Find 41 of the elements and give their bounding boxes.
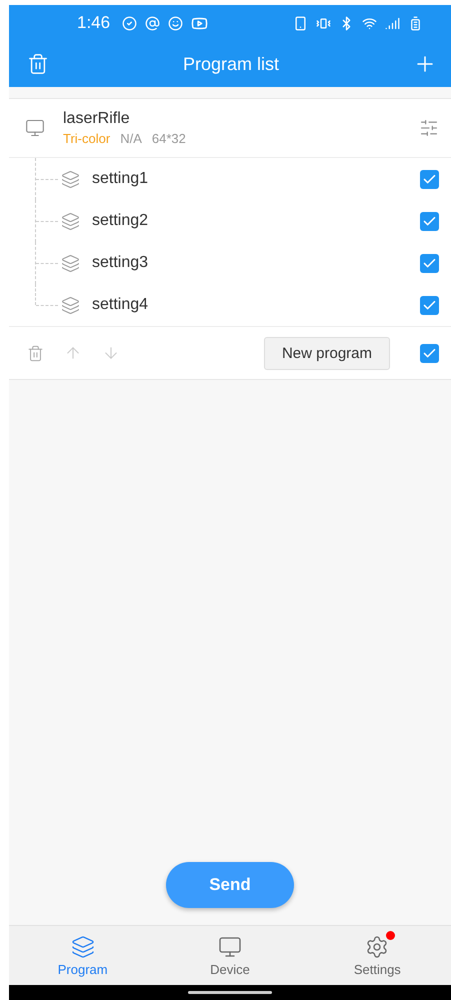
window-title: Program list <box>182 54 280 74</box>
monitor-icon <box>218 934 242 958</box>
color-mode: Tri-color <box>63 131 110 146</box>
tree-line <box>35 200 61 242</box>
status-time: 1:46 <box>77 13 110 33</box>
checkbox[interactable] <box>420 344 439 362</box>
delete-icon[interactable] <box>27 53 49 75</box>
setting-name[interactable]: setting3 <box>92 254 420 272</box>
gesture-handle[interactable] <box>188 991 272 994</box>
layers-icon <box>61 254 80 272</box>
setting-name[interactable]: setting1 <box>92 170 420 188</box>
checkbox[interactable] <box>420 212 439 230</box>
new-program-button[interactable]: New program <box>264 336 390 370</box>
checkbox[interactable] <box>420 254 439 272</box>
checkbox[interactable] <box>420 170 439 188</box>
gear-icon <box>365 934 390 958</box>
phone-icon <box>293 16 308 30</box>
layers-icon <box>70 934 95 958</box>
nav-tab[interactable]: Device <box>156 926 304 985</box>
check-circle-icon <box>122 16 138 30</box>
vibrate-icon <box>316 16 331 30</box>
layers-icon <box>61 170 80 188</box>
program-status: N/A <box>120 131 142 146</box>
wifi-icon <box>362 16 377 30</box>
face-icon <box>168 16 184 30</box>
monitor-icon <box>25 118 45 138</box>
layers-icon <box>61 212 80 230</box>
checkbox[interactable] <box>420 296 439 314</box>
signal-icon <box>385 16 400 30</box>
nav-tab[interactable]: Settings <box>304 926 451 985</box>
delete-icon[interactable] <box>27 344 44 362</box>
nav-tab[interactable]: Program <box>9 926 156 985</box>
program-size: 64*32 <box>152 131 186 146</box>
program-name[interactable]: laserRifle <box>63 110 419 128</box>
setting-name[interactable]: setting4 <box>92 296 420 314</box>
setting-name[interactable]: setting2 <box>92 212 420 230</box>
settings-icon[interactable] <box>419 118 439 138</box>
tree-line <box>35 158 61 200</box>
at-sign-icon <box>145 16 160 30</box>
battery-icon <box>408 16 423 30</box>
layers-icon <box>61 296 80 314</box>
